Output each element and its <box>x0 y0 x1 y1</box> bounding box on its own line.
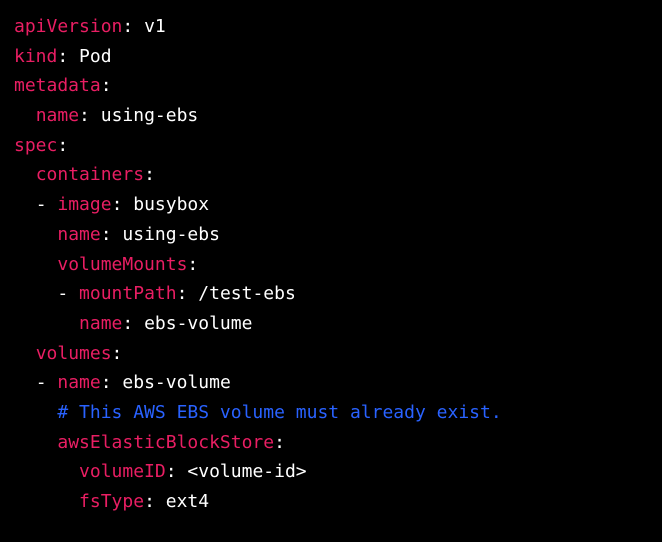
code-line: volumeMounts: <box>14 250 648 280</box>
code-line: - name: ebs-volume <box>14 368 648 398</box>
code-line: - mountPath: /test-ebs <box>14 279 648 309</box>
code-line: apiVersion: v1 <box>14 12 648 42</box>
code-line: name: using-ebs <box>14 101 648 131</box>
code-line: spec: <box>14 131 648 161</box>
code-line: volumes: <box>14 339 648 369</box>
code-line: volumeID: <volume-id> <box>14 457 648 487</box>
code-line: - image: busybox <box>14 190 648 220</box>
code-line: # This AWS EBS volume must already exist… <box>14 398 648 428</box>
code-line: containers: <box>14 160 648 190</box>
yaml-code-block: apiVersion: v1kind: Podmetadata: name: u… <box>14 12 648 517</box>
code-line: name: ebs-volume <box>14 309 648 339</box>
code-line: name: using-ebs <box>14 220 648 250</box>
code-line: awsElasticBlockStore: <box>14 428 648 458</box>
code-line: fsType: ext4 <box>14 487 648 517</box>
code-line: kind: Pod <box>14 42 648 72</box>
code-line: metadata: <box>14 71 648 101</box>
